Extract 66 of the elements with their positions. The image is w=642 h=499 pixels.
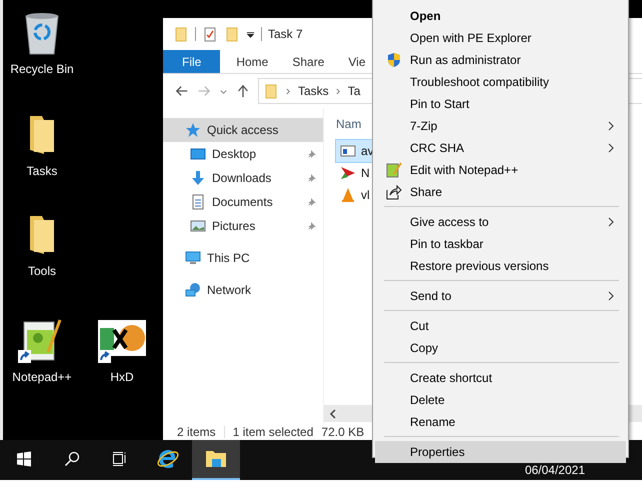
navigation-item[interactable]: Pictures (163, 214, 323, 238)
status-text: 1 item selected (232, 425, 314, 439)
breadcrumb-item[interactable]: Ta (348, 84, 360, 98)
pin-icon[interactable] (307, 149, 317, 159)
arrow-icon (340, 165, 356, 181)
back-arrow-icon[interactable] (175, 84, 189, 98)
menu-item[interactable]: Restore previous versions (375, 255, 626, 277)
menu-item[interactable]: Give access to (375, 211, 626, 233)
share-icon (386, 184, 402, 200)
notepad-icon (386, 162, 402, 178)
navigation-item[interactable]: Documents (163, 190, 323, 214)
pin-icon[interactable] (307, 197, 317, 207)
desktop-icon-label[interactable]: Notepad++ (12, 370, 72, 384)
window-title: Task 7 (268, 27, 303, 41)
menu-item[interactable]: Create shortcut (375, 367, 626, 389)
chevron-right-icon (336, 86, 341, 96)
traffic-cone-icon (340, 187, 356, 203)
menu-item[interactable]: 7-Zip (375, 115, 626, 137)
up-arrow-icon[interactable] (236, 84, 250, 98)
menu-item[interactable]: Copy (375, 337, 626, 359)
status-text: 72.0 KB (321, 425, 364, 439)
star-icon (185, 122, 201, 138)
menu-item[interactable]: Pin to Start (375, 93, 626, 115)
status-text: 2 items (177, 425, 216, 439)
taskbar-date[interactable]: 06/04/2021 (524, 463, 585, 477)
pin-icon[interactable] (307, 221, 317, 231)
desktop-icon-label[interactable]: HxD (110, 370, 134, 384)
menu-item[interactable]: Cut (375, 315, 626, 337)
navigation-item[interactable]: Network (163, 278, 323, 302)
breadcrumb-item[interactable]: Tasks (298, 84, 329, 98)
network-icon (185, 282, 201, 298)
desktop-icon-label[interactable]: Tasks (26, 164, 58, 178)
shield-icon (386, 52, 402, 68)
menu-item[interactable]: Open with PE Explorer (375, 27, 626, 49)
menu-item[interactable]: Send to (375, 285, 626, 307)
menu-item[interactable]: Run as administrator (375, 49, 626, 71)
navigation-item[interactable]: This PC (163, 246, 323, 270)
menu-item[interactable]: Pin to taskbar (375, 233, 626, 255)
picture-icon (190, 218, 206, 234)
menu-item[interactable]: Properties (375, 441, 626, 463)
desktop-icon-label[interactable]: Recycle Bin (10, 62, 74, 76)
ribbon-tab[interactable]: File (163, 50, 220, 73)
menu-item[interactable]: Open (375, 5, 626, 27)
window-icon (340, 143, 356, 159)
navigation-item[interactable]: Downloads (163, 166, 323, 190)
file-explorer-button[interactable] (192, 440, 240, 480)
folder-icon (263, 83, 279, 99)
pin-icon[interactable] (307, 173, 317, 183)
download-arrow-icon (190, 170, 206, 186)
chevron-left-icon[interactable] (329, 408, 337, 418)
dropdown-caret-icon[interactable] (246, 30, 255, 38)
desktop-icon-label[interactable]: Tools (28, 264, 56, 278)
navigation-item[interactable]: Desktop (163, 142, 323, 166)
windows-logo-icon (16, 451, 32, 467)
menu-item[interactable]: Troubleshoot compatibility (375, 71, 626, 93)
monitor-icon (190, 146, 206, 162)
computer-icon (185, 250, 201, 266)
navigation-item[interactable]: Quick access (163, 118, 323, 142)
browser-e-icon (156, 447, 180, 471)
menu-item[interactable]: Delete (375, 389, 626, 411)
task-view-icon (112, 451, 128, 467)
properties-check-icon[interactable] (202, 26, 218, 42)
chevron-right-icon (286, 86, 291, 96)
document-icon (190, 194, 206, 210)
search-icon (64, 451, 80, 467)
menu-item[interactable]: Rename (375, 411, 626, 433)
